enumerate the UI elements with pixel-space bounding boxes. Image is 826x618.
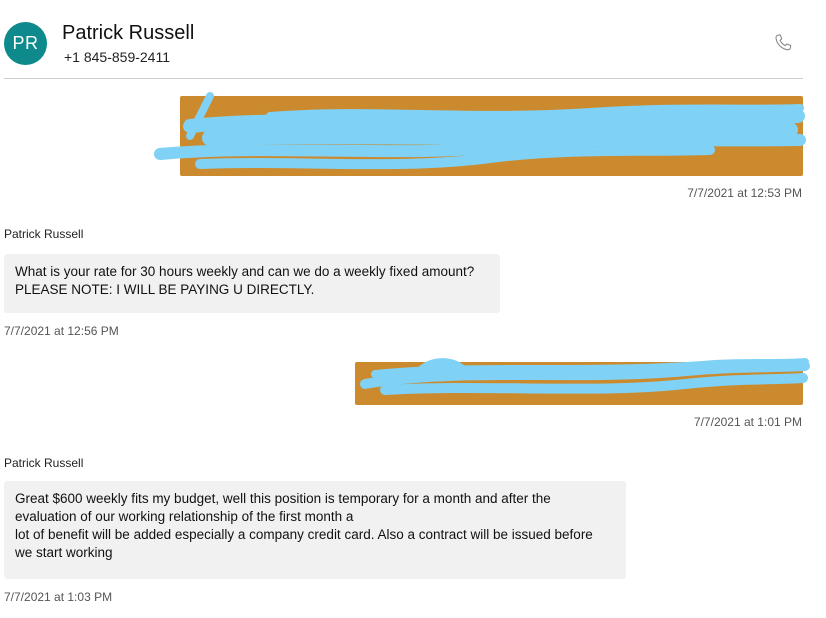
message-text-line: What is your rate for 30 hours weekly an… xyxy=(15,264,475,279)
message-text-line: lot of benefit will be added especially … xyxy=(15,527,593,542)
avatar[interactable]: PR xyxy=(4,22,47,65)
redaction-scribble xyxy=(360,358,810,395)
message-text-line: PLEASE NOTE: I WILL BE PAYING U DIRECTLY… xyxy=(15,282,315,297)
header-divider xyxy=(4,78,803,79)
message-timestamp: 7/7/2021 at 12:56 PM xyxy=(4,324,119,338)
call-button[interactable] xyxy=(772,32,794,54)
sender-name: Patrick Russell xyxy=(4,227,84,241)
incoming-message-bubble[interactable]: Great $600 weekly fits my budget, well t… xyxy=(4,481,626,579)
contact-phone: +1 845-859-2411 xyxy=(64,49,170,65)
message-timestamp: 7/7/2021 at 12:53 PM xyxy=(687,186,802,200)
message-text-line: we start working xyxy=(15,545,113,560)
message-text-line: Great $600 weekly fits my budget, well t… xyxy=(15,491,551,506)
incoming-message-bubble[interactable]: What is your rate for 30 hours weekly an… xyxy=(4,254,500,313)
conversation-header: PR Patrick Russell +1 845-859-2411 xyxy=(0,0,826,79)
message-timestamp: 7/7/2021 at 1:03 PM xyxy=(4,590,113,604)
message-timestamp: 7/7/2021 at 1:01 PM xyxy=(693,415,802,429)
contact-name: Patrick Russell xyxy=(62,22,195,44)
message-text-line: evaluation of our working relationship o… xyxy=(15,509,354,524)
redaction-scribble xyxy=(154,92,806,170)
sender-name: Patrick Russell xyxy=(4,456,84,470)
phone-icon xyxy=(775,34,792,51)
